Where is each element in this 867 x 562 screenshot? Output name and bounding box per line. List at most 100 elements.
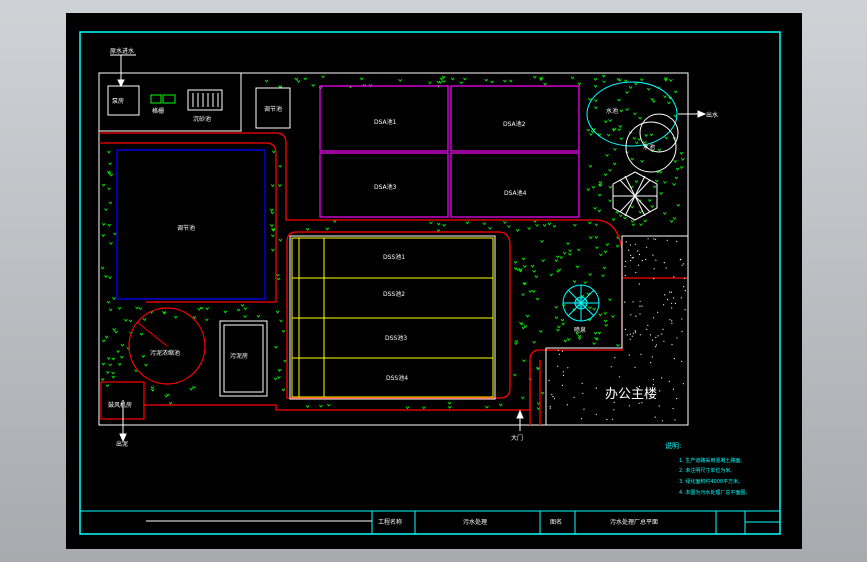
stipple-dot	[640, 353, 642, 355]
stipple-dot	[672, 388, 675, 390]
stipple-dot	[638, 253, 641, 255]
stipple-dot	[629, 333, 631, 335]
stipple-dot	[663, 340, 665, 342]
stipple-dot	[552, 396, 554, 398]
stipple-dot	[666, 299, 669, 301]
stipple-dot	[624, 328, 627, 330]
stipple-dot	[573, 396, 575, 398]
stipple-dot	[628, 354, 630, 356]
stipple-dot	[651, 356, 653, 358]
stipple-dot	[557, 365, 559, 367]
dss2-label: DSS池2	[383, 290, 405, 298]
stipple-dot	[669, 319, 671, 321]
stipple-dot	[655, 344, 658, 346]
stipple-dot	[645, 259, 647, 261]
stipple-dot	[682, 383, 685, 385]
stipple-dot	[653, 268, 655, 270]
stipple-dot	[618, 376, 621, 378]
oval1-label: 水池	[606, 107, 618, 115]
stipple-dot	[553, 398, 556, 400]
blower-room-label: 鼓风机房	[108, 401, 132, 409]
stipple-dot	[606, 418, 608, 421]
stipple-dot	[641, 260, 643, 262]
stipple-dot	[581, 382, 583, 384]
title-drawing-label: 图名	[550, 518, 562, 526]
note-item-4: 4. 本图为污水处理厂总平面图。	[679, 489, 750, 496]
stipple-dot	[683, 263, 685, 265]
title-project-label: 工程名称	[378, 518, 402, 526]
stipple-dot	[629, 244, 632, 246]
stipple-dot	[649, 334, 652, 336]
stipple-dot	[671, 307, 673, 309]
stipple-dot	[581, 418, 583, 420]
fountain-label: 喷泉	[574, 326, 586, 334]
stipple-dot	[630, 314, 632, 316]
stipple-dot	[676, 398, 678, 400]
stipple-dot	[595, 413, 597, 415]
stipple-dot	[657, 311, 659, 313]
stipple-dot	[669, 291, 671, 293]
stipple-dot	[652, 378, 654, 381]
stipple-dot	[661, 420, 664, 422]
stipple-dot	[637, 250, 639, 252]
stipple-dot	[662, 328, 664, 330]
stipple-dot	[659, 390, 661, 392]
stipple-dot	[626, 334, 628, 336]
stipple-dot	[676, 240, 678, 242]
stipple-dot	[674, 419, 676, 421]
dsa3-label: DSA池3	[374, 183, 397, 191]
stipple-dot	[668, 380, 670, 382]
stipple-dot	[680, 297, 683, 299]
stipple-dot	[551, 393, 553, 396]
fountain[interactable]	[562, 284, 600, 322]
cad-viewport: 泵房 格栅 沉砂池 原水进水 调节池 DSA池1 DSA池2 DSA池3 DSA…	[0, 0, 867, 562]
stipple-dot	[666, 239, 668, 241]
stipple-dot	[624, 265, 626, 268]
stipple-dot	[655, 346, 657, 348]
stipple-dot	[684, 277, 686, 279]
stipple-dot	[680, 258, 682, 260]
stipple-dot	[641, 305, 643, 307]
stipple-dot	[632, 332, 635, 334]
stipple-dot	[681, 264, 683, 266]
stipple-dot	[637, 264, 640, 266]
stipple-dot	[673, 297, 675, 299]
stipple-dot	[628, 249, 630, 251]
stipple-dot	[613, 409, 615, 411]
stipple-dot	[630, 260, 632, 262]
stipple-dot	[655, 336, 657, 339]
stipple-dot	[630, 254, 632, 256]
stipple-dot	[658, 405, 660, 407]
site-plan-drawing[interactable]: 泵房 格栅 沉砂池 原水进水 调节池 DSA池1 DSA池2 DSA池3 DSA…	[0, 0, 867, 562]
pump-room-label: 泵房	[112, 97, 124, 105]
right-outlet-label: 出水	[706, 111, 718, 119]
stipple-dot	[653, 278, 655, 280]
stipple-dot	[562, 374, 565, 376]
dss4-label: DSS池4	[386, 374, 408, 382]
stipple-dot	[655, 238, 657, 240]
stipple-dot	[561, 384, 564, 386]
title-drawing-value: 污水处理厂总平面	[610, 518, 658, 526]
stipple-dot	[614, 357, 616, 359]
dsa4-label: DSA池4	[504, 189, 527, 197]
grid-label: 格栅	[152, 107, 164, 115]
stipple-dot	[635, 271, 637, 274]
stipple-dot	[562, 371, 564, 373]
stipple-dot	[624, 274, 626, 276]
small-tank-label: 调节池	[264, 105, 282, 113]
stipple-dot	[650, 362, 652, 364]
stipple-dot	[549, 407, 551, 409]
stipple-dot	[673, 276, 675, 278]
dsa2-label: DSA池2	[503, 120, 526, 128]
note-item-1: 1. 生产道路采用混凝土路面。	[679, 457, 745, 464]
stipple-dot	[634, 366, 636, 368]
note-item-3: 3. 绿化面积约4000平方米。	[679, 478, 743, 485]
stipple-dot	[566, 404, 568, 406]
stipple-dot	[548, 379, 550, 381]
stipple-dot	[672, 407, 674, 410]
stipple-dot	[681, 318, 683, 320]
stipple-dot	[652, 254, 654, 256]
stipple-dot	[629, 338, 631, 340]
stipple-dot	[632, 257, 634, 259]
stipple-dot	[661, 377, 663, 379]
